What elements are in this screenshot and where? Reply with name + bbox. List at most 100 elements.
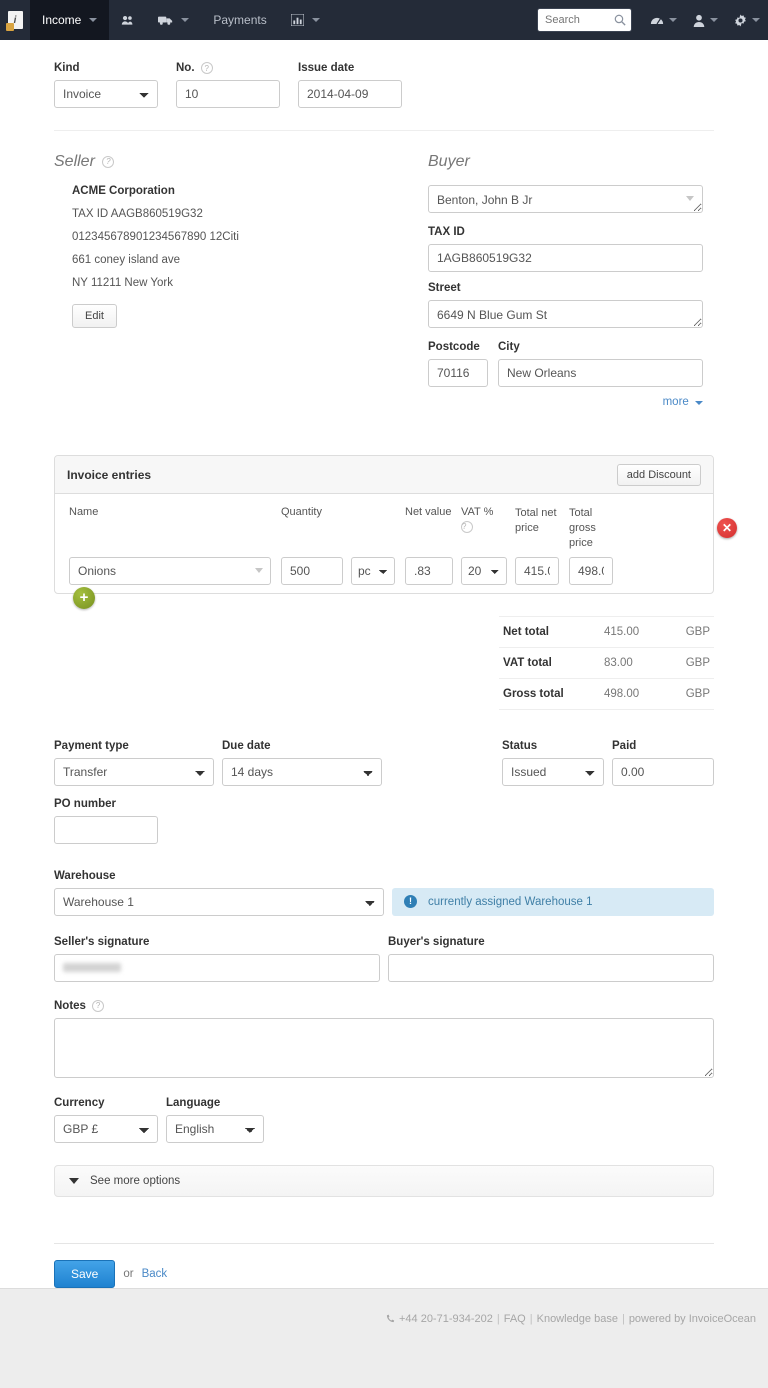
cell-name bbox=[69, 557, 271, 585]
footer-phone[interactable]: +44 20-71-934-202 bbox=[399, 1313, 493, 1325]
due-date-label: Due date bbox=[222, 740, 382, 752]
add-discount-button[interactable]: add Discount bbox=[617, 464, 701, 486]
language-select[interactable]: English bbox=[166, 1115, 264, 1143]
entry-unit-select[interactable]: pc bbox=[351, 557, 395, 585]
header-name: Name bbox=[69, 506, 271, 551]
nav-icon-user[interactable] bbox=[685, 0, 726, 40]
field-buyer-signature: Buyer's signature bbox=[388, 936, 714, 982]
search-input[interactable] bbox=[537, 8, 632, 32]
entry-vat-select[interactable]: 20 bbox=[461, 557, 507, 585]
nav-item-income[interactable]: Income bbox=[30, 0, 109, 40]
entry-net-value-input[interactable] bbox=[405, 557, 453, 585]
delete-entry-button[interactable]: ✕ bbox=[717, 518, 737, 538]
seller-bank-account: 012345678901234567890 12Citi bbox=[72, 231, 428, 243]
cell-quantity bbox=[281, 557, 343, 585]
user-icon bbox=[693, 14, 705, 27]
header-vat-text: VAT % bbox=[461, 506, 493, 518]
vat-total-currency: GBP bbox=[674, 657, 710, 669]
help-icon[interactable]: ? bbox=[102, 156, 114, 168]
footer-powered-by: powered by InvoiceOcean bbox=[629, 1313, 756, 1325]
help-icon[interactable]: ? bbox=[461, 521, 473, 533]
footer-faq-link[interactable]: FAQ bbox=[504, 1313, 526, 1325]
field-due-date: Due date 14 days bbox=[222, 740, 382, 786]
warehouse-select[interactable]: Warehouse 1 bbox=[54, 888, 384, 916]
chevron-down-icon bbox=[89, 18, 97, 22]
po-number-input[interactable] bbox=[54, 816, 158, 844]
buyer-postcode-input[interactable] bbox=[428, 359, 488, 387]
entry-name-input[interactable] bbox=[69, 557, 271, 585]
back-link[interactable]: Back bbox=[142, 1268, 168, 1280]
seller-signature-input[interactable] bbox=[54, 954, 380, 982]
add-entry-button[interactable]: + bbox=[73, 587, 95, 609]
due-date-select[interactable]: 14 days bbox=[222, 758, 382, 786]
notes-textarea[interactable] bbox=[54, 1018, 714, 1078]
field-notes: Notes ? bbox=[54, 1000, 714, 1081]
see-more-options-bar[interactable]: See more options bbox=[54, 1165, 714, 1197]
entry-quantity-input[interactable] bbox=[281, 557, 343, 585]
field-number: No. ? bbox=[176, 62, 280, 108]
buyer-name-input[interactable]: Benton, John B Jr bbox=[428, 185, 703, 213]
buyer-more-link[interactable]: more bbox=[428, 396, 703, 408]
kind-select[interactable]: Invoice bbox=[54, 80, 158, 108]
buyer-signature-input[interactable] bbox=[388, 954, 714, 982]
header-total-gross: Total gross price bbox=[569, 506, 613, 551]
nav-item-reports[interactable] bbox=[279, 0, 332, 40]
entry-total-gross-input[interactable] bbox=[569, 557, 613, 585]
field-buyer-name: Benton, John B Jr bbox=[428, 185, 714, 216]
status-select[interactable]: Issued bbox=[502, 758, 604, 786]
nav-item-payments[interactable]: Payments bbox=[201, 0, 278, 40]
phone-icon bbox=[386, 1314, 395, 1323]
payment-section: Payment type Transfer Due date 14 days S… bbox=[54, 740, 714, 786]
paid-input[interactable] bbox=[612, 758, 714, 786]
number-label: No. ? bbox=[176, 62, 280, 74]
chevron-down-icon bbox=[69, 1178, 79, 1184]
nav-item-delivery[interactable] bbox=[146, 0, 201, 40]
app-logo[interactable]: i bbox=[0, 0, 30, 40]
save-button[interactable]: Save bbox=[54, 1260, 115, 1288]
chevron-down-icon bbox=[752, 18, 760, 22]
header-vat: VAT % ? bbox=[461, 506, 507, 551]
payment-type-select[interactable]: Transfer bbox=[54, 758, 214, 786]
buyer-street-label: Street bbox=[428, 282, 714, 294]
footer-knowledge-base-link[interactable]: Knowledge base bbox=[537, 1313, 618, 1325]
currency-select[interactable]: GBP £ bbox=[54, 1115, 158, 1143]
field-issue-date: Issue date bbox=[298, 62, 402, 108]
field-paid: Paid bbox=[612, 740, 714, 786]
buyer-city-input[interactable] bbox=[498, 359, 703, 387]
invoice-entries-body: Name Quantity Net value VAT % ? Total ne… bbox=[55, 494, 713, 593]
buyer-street-input[interactable]: 6649 N Blue Gum St bbox=[428, 300, 703, 328]
net-total-currency: GBP bbox=[674, 626, 710, 638]
total-row-vat: VAT total 83.00 GBP bbox=[499, 648, 714, 679]
help-icon[interactable]: ? bbox=[92, 1000, 104, 1012]
chevron-down-icon bbox=[312, 18, 320, 22]
gross-total-currency: GBP bbox=[674, 688, 710, 700]
status-label: Status bbox=[502, 740, 604, 752]
warehouse-label: Warehouse bbox=[54, 870, 384, 882]
payment-left: Payment type Transfer Due date 14 days bbox=[54, 740, 382, 786]
nav-item-clients[interactable] bbox=[109, 0, 146, 40]
gross-total-label: Gross total bbox=[503, 688, 604, 700]
entry-total-net-input[interactable] bbox=[515, 557, 559, 585]
close-icon: ✕ bbox=[722, 522, 732, 534]
nav-icon-speedometer[interactable] bbox=[642, 0, 685, 40]
issue-date-label: Issue date bbox=[298, 62, 402, 74]
field-kind: Kind Invoice bbox=[54, 62, 158, 108]
footer-content: +44 20-71-934-202 | FAQ | Knowledge base… bbox=[386, 1313, 756, 1325]
info-icon: ! bbox=[404, 895, 417, 908]
buyer-tax-id-input[interactable] bbox=[428, 244, 703, 272]
seller-street: 661 coney island ave bbox=[72, 254, 428, 266]
net-total-value: 415.00 bbox=[604, 626, 674, 638]
issue-date-input[interactable] bbox=[298, 80, 402, 108]
warehouse-alert: ! currently assigned Warehouse 1 bbox=[392, 888, 714, 916]
entry-name-wrap bbox=[69, 557, 271, 585]
cell-total-net bbox=[515, 557, 559, 585]
chevron-down-icon bbox=[181, 18, 189, 22]
help-icon[interactable]: ? bbox=[201, 62, 213, 74]
buyer-section: Buyer Benton, John B Jr TAX ID Street 66… bbox=[428, 153, 714, 408]
nav-item-income-label: Income bbox=[42, 13, 81, 27]
number-input[interactable] bbox=[176, 80, 280, 108]
field-buyer-city: City bbox=[498, 341, 703, 387]
field-buyer-postcode: Postcode bbox=[428, 341, 488, 387]
seller-edit-button[interactable]: Edit bbox=[72, 304, 117, 328]
nav-icon-settings[interactable] bbox=[726, 0, 768, 40]
